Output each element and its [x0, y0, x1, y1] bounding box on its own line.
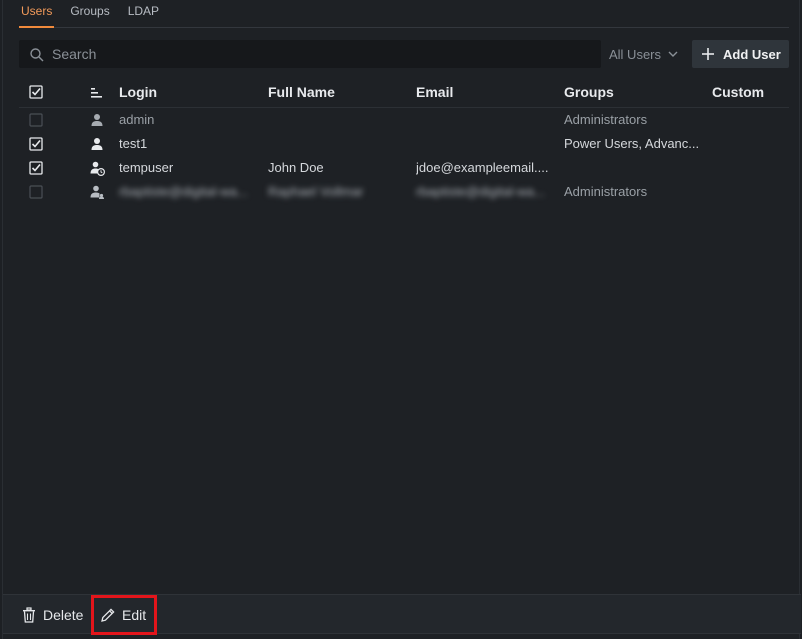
plus-icon [702, 48, 714, 60]
table-row[interactable]: rbaptiste@digital-wa... Raphael Vollmar … [19, 180, 789, 204]
chevron-down-icon [668, 51, 678, 57]
users-table: Login Full Name Email Groups Custom admi… [19, 80, 789, 204]
row-checkbox[interactable] [29, 161, 43, 175]
search-input[interactable] [52, 41, 592, 67]
toolbar: All Users Add User [19, 40, 789, 68]
search-icon [30, 48, 44, 62]
cell-login: admin [119, 112, 155, 127]
action-bar: Delete Edit [3, 594, 801, 635]
search-box[interactable] [19, 40, 601, 68]
row-checkbox[interactable] [29, 113, 43, 127]
cell-login: tempuser [119, 160, 174, 175]
user-icon [91, 114, 103, 126]
user-filter-dropdown[interactable]: All Users [609, 40, 679, 68]
column-header-custom[interactable]: Custom [712, 84, 788, 100]
edit-button[interactable]: Edit [91, 595, 158, 635]
tab-groups[interactable]: Groups [68, 0, 111, 28]
add-user-label: Add User [723, 46, 781, 62]
tab-bar: Users Groups LDAP [19, 0, 789, 28]
row-checkbox[interactable] [29, 185, 43, 199]
table-row[interactable]: test1 Power Users, Advanc... [19, 132, 789, 156]
sort-icon[interactable] [89, 85, 105, 101]
column-header-groups[interactable]: Groups [564, 84, 702, 100]
user-management-panel: Users Groups LDAP All Users Add User [2, 0, 801, 639]
edit-label: Edit [122, 607, 147, 623]
temp-user-icon [90, 161, 105, 176]
cell-email: rbaptiste@digital-wa... [416, 184, 545, 199]
table-row[interactable]: admin Administrators [19, 108, 789, 132]
column-header-login[interactable]: Login [119, 84, 259, 100]
user-filter-label: All Users [609, 46, 662, 62]
delete-button[interactable]: Delete [15, 597, 89, 633]
cell-groups: Administrators [564, 184, 648, 199]
table-row[interactable]: tempuser John Doe jdoe@exampleemail.... [19, 156, 789, 180]
user-icon [91, 138, 103, 150]
tab-users[interactable]: Users [19, 0, 55, 28]
select-all-checkbox[interactable] [29, 85, 43, 99]
cell-login: test1 [119, 136, 148, 151]
tab-ldap[interactable]: LDAP [126, 0, 161, 28]
pencil-icon [101, 608, 115, 622]
column-header-email[interactable]: Email [416, 84, 554, 100]
cell-full-name: Raphael Vollmar [268, 184, 364, 199]
add-user-button[interactable]: Add User [692, 40, 789, 68]
cell-login: rbaptiste@digital-wa... [119, 184, 248, 199]
row-checkbox[interactable] [29, 137, 43, 151]
trash-icon [23, 607, 35, 623]
column-header-full-name[interactable]: Full Name [268, 84, 408, 100]
table-header: Login Full Name Email Groups Custom [19, 80, 789, 108]
cell-email: jdoe@exampleemail.... [416, 160, 549, 175]
cell-groups: Administrators [564, 112, 648, 127]
delete-label: Delete [43, 607, 84, 623]
cell-groups: Power Users, Advanc... [564, 136, 700, 151]
cell-full-name: John Doe [268, 160, 324, 175]
ldap-user-icon [90, 185, 104, 199]
